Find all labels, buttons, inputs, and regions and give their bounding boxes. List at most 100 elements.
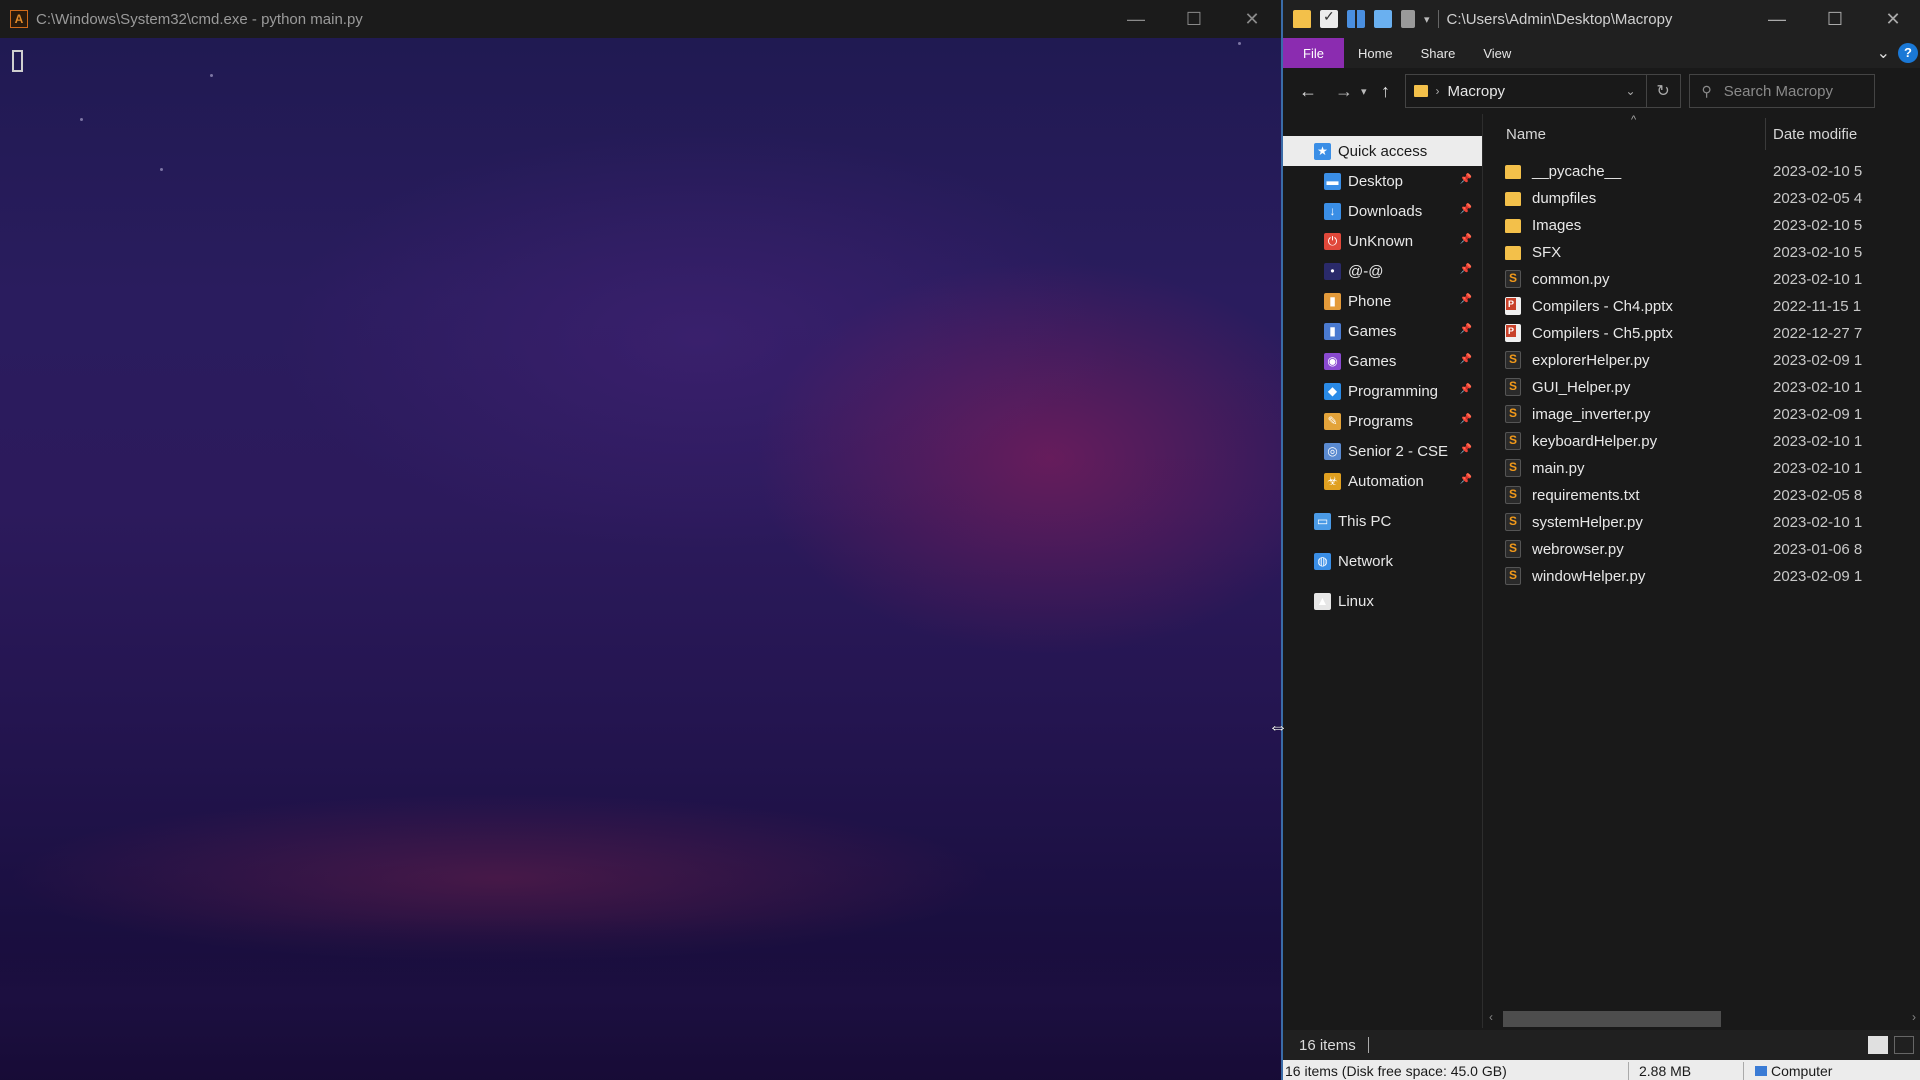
up-arrow-icon[interactable]: ↑	[1375, 81, 1397, 102]
pin-icon[interactable]: 📌	[1460, 204, 1472, 215]
customize-dropdown-icon[interactable]: ▾	[1424, 13, 1430, 26]
sidebar-item[interactable]: ◆ Programming 📌	[1283, 376, 1482, 406]
search-input[interactable]: Search Macropy	[1724, 83, 1833, 100]
recent-locations-dropdown-icon[interactable]: ▾	[1361, 85, 1367, 98]
sidebar-item[interactable]: ▮ Phone 📌	[1283, 286, 1482, 316]
file-row[interactable]: explorerHelper.py 2023-02-09 1	[1483, 347, 1920, 374]
cmd-titlebar[interactable]: A C:\Windows\System32\cmd.exe - python m…	[0, 0, 1281, 38]
breadcrumb-macropy[interactable]: Macropy	[1448, 83, 1626, 100]
file-row[interactable]: Compilers - Ch5.pptx 2022-12-27 7	[1483, 320, 1920, 347]
scroll-left-arrow-icon[interactable]: ‹	[1489, 1010, 1493, 1024]
sidebar-item[interactable]: ↓ Downloads 📌	[1283, 196, 1482, 226]
cmd-console-area[interactable]	[0, 38, 1281, 1080]
back-arrow-icon[interactable]: ←	[1297, 81, 1319, 102]
file-row[interactable]: windowHelper.py 2023-02-09 1	[1483, 563, 1920, 590]
pin-icon[interactable]: 📌	[1460, 444, 1472, 455]
view-grid-icon[interactable]	[1347, 10, 1365, 28]
address-bar[interactable]: › Macropy ⌄	[1404, 74, 1647, 108]
file-row[interactable]: keyboardHelper.py 2023-02-10 1	[1483, 428, 1920, 455]
sidebar-item[interactable]: ◉ Games 📌	[1283, 346, 1482, 376]
refresh-icon[interactable]: ↻	[1646, 74, 1681, 108]
sidebar-item[interactable]: ◍ Network	[1283, 546, 1482, 576]
file-name: common.py	[1532, 271, 1610, 288]
explorer-titlebar[interactable]: ▾ C:\Users\Admin\Desktop\Macropy — ☐ ✕	[1283, 0, 1920, 38]
pin-icon[interactable]: 📌	[1460, 174, 1472, 185]
download-icon: ↓	[1324, 202, 1341, 220]
file-row[interactable]: __pycache__ 2023-02-10 5	[1483, 158, 1920, 185]
document-icon[interactable]	[1401, 10, 1415, 28]
large-icons-view-icon[interactable]	[1894, 1036, 1914, 1054]
tab-home[interactable]: Home	[1344, 38, 1407, 68]
gamepad-icon: ▮	[1324, 322, 1341, 340]
sidebar-item[interactable]: ▮ Games 📌	[1283, 316, 1482, 346]
file-row[interactable]: webrowser.py 2023-01-06 8	[1483, 536, 1920, 563]
pin-icon[interactable]: 📌	[1460, 234, 1472, 245]
forward-arrow-icon[interactable]: →	[1333, 81, 1355, 102]
pin-icon[interactable]: 📌	[1460, 354, 1472, 365]
file-row[interactable]: image_inverter.py 2023-02-09 1	[1483, 401, 1920, 428]
file-row[interactable]: systemHelper.py 2023-02-10 1	[1483, 509, 1920, 536]
search-icon: ⚲	[1701, 82, 1712, 99]
file-row[interactable]: requirements.txt 2023-02-05 8	[1483, 482, 1920, 509]
wallpaper-hill	[0, 918, 1281, 1080]
horizontal-scrollbar[interactable]: ‹ ›	[1483, 1009, 1920, 1029]
tab-view[interactable]: View	[1469, 38, 1525, 68]
details-view-icon[interactable]	[1868, 1036, 1888, 1054]
pin-icon[interactable]: 📌	[1460, 324, 1472, 335]
file-date-modified: 2023-02-09 1	[1773, 352, 1863, 369]
cmd-window[interactable]: A C:\Windows\System32\cmd.exe - python m…	[0, 0, 1281, 1080]
file-row[interactable]: SFX 2023-02-10 5	[1483, 239, 1920, 266]
navigation-pane: ★ Quick access ▬ Desktop 📌 ↓ Downloads 📌 ⏻ UnKnow…	[1283, 136, 1482, 1028]
scroll-right-arrow-icon[interactable]: ›	[1912, 1010, 1916, 1024]
computer-icon	[1755, 1066, 1767, 1076]
minimize-button[interactable]: —	[1107, 0, 1165, 38]
sidebar-item[interactable]: ☣ Automation 📌	[1283, 466, 1482, 496]
folder-icon[interactable]	[1293, 10, 1311, 28]
sidebar-item[interactable]: ▭ This PC	[1283, 506, 1482, 536]
help-icon[interactable]: ?	[1898, 43, 1918, 63]
maximize-button[interactable]: ☐	[1165, 0, 1223, 38]
file-date-modified: 2023-02-09 1	[1773, 568, 1863, 585]
pin-icon[interactable]: 📌	[1460, 474, 1472, 485]
close-button[interactable]: ✕	[1864, 0, 1920, 38]
sidebar-item[interactable]: ⏻ UnKnown 📌	[1283, 226, 1482, 256]
close-button[interactable]: ✕	[1223, 0, 1281, 38]
tab-share[interactable]: Share	[1407, 38, 1470, 68]
pin-icon[interactable]: 📌	[1460, 294, 1472, 305]
file-row[interactable]: dumpfiles 2023-02-05 4	[1483, 185, 1920, 212]
selection-size: 2.88 MB	[1639, 1063, 1692, 1079]
column-header-name[interactable]: Name	[1506, 126, 1546, 143]
properties-check-icon[interactable]	[1320, 8, 1338, 28]
explorer-window[interactable]: ▾ C:\Users\Admin\Desktop\Macropy — ☐ ✕ F…	[1281, 0, 1920, 1080]
minimize-button[interactable]: —	[1748, 0, 1806, 38]
file-row[interactable]: GUI_Helper.py 2023-02-10 1	[1483, 374, 1920, 401]
scrollbar-thumb[interactable]	[1503, 1011, 1721, 1027]
sidebar-item[interactable]: • @-@ 📌	[1283, 256, 1482, 286]
address-dropdown-icon[interactable]: ⌄	[1625, 84, 1635, 98]
star-decoration	[1238, 42, 1241, 45]
pin-icon[interactable]: 📌	[1460, 384, 1472, 395]
sidebar-item[interactable]: ★ Quick access	[1283, 136, 1482, 166]
tab-file[interactable]: File	[1283, 38, 1344, 68]
file-row[interactable]: main.py 2023-02-10 1	[1483, 455, 1920, 482]
sidebar-item[interactable]: ▬ Desktop 📌	[1283, 166, 1482, 196]
sidebar-item[interactable]: ✎ Programs 📌	[1283, 406, 1482, 436]
column-divider[interactable]	[1765, 118, 1766, 150]
sidebar-item[interactable]: ◎ Senior 2 - CSE 📌	[1283, 436, 1482, 466]
expand-ribbon-chevron-icon[interactable]: ⌄	[1877, 43, 1890, 63]
view-layout-icon[interactable]	[1374, 10, 1392, 28]
file-row[interactable]: common.py 2023-02-10 1	[1483, 266, 1920, 293]
search-box[interactable]: ⚲ Search Macropy	[1688, 74, 1875, 108]
pin-icon[interactable]: 📌	[1460, 414, 1472, 425]
file-row[interactable]: Images 2023-02-10 5	[1483, 212, 1920, 239]
maximize-button[interactable]: ☐	[1806, 0, 1864, 38]
file-row[interactable]: Compilers - Ch4.pptx 2022-11-15 1	[1483, 293, 1920, 320]
sidebar-item[interactable]: ▲ Linux	[1283, 586, 1482, 616]
game-icon-alt: ◉	[1324, 352, 1341, 370]
folder-icon	[1505, 192, 1521, 206]
resize-cursor-icon: ⇔	[1268, 716, 1288, 738]
column-header-date-modified[interactable]: Date modifie	[1773, 126, 1857, 143]
pin-icon[interactable]: 📌	[1460, 264, 1472, 275]
breadcrumb-chevron-icon[interactable]: ›	[1436, 84, 1440, 98]
status-bar: 16 items	[1283, 1030, 1920, 1060]
